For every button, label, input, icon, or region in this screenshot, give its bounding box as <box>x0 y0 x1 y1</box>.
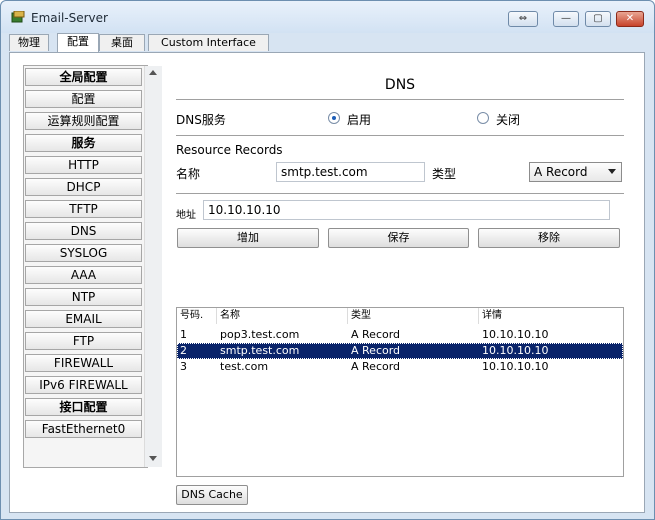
divider <box>176 135 624 137</box>
tab-physical[interactable]: 物理 <box>9 34 49 51</box>
save-button[interactable]: 保存 <box>328 228 469 248</box>
table-row-selected[interactable]: 2 smtp.test.com A Record 10.10.10.10 <box>177 343 623 359</box>
name-input[interactable]: smtp.test.com <box>276 162 425 182</box>
sidebar-item-interface-config[interactable]: 接口配置 <box>25 398 142 416</box>
dns-service-label: DNS服务 <box>176 113 226 127</box>
column-header-number[interactable]: 号码. <box>177 308 217 324</box>
remove-button[interactable]: 移除 <box>478 228 620 248</box>
sidebar-item-dhcp[interactable]: DHCP <box>25 178 142 196</box>
chevron-down-icon <box>608 169 616 174</box>
radio-selected-dot <box>332 116 336 120</box>
sidebar-item-tftp[interactable]: TFTP <box>25 200 142 218</box>
divider <box>176 99 624 101</box>
dns-off-label[interactable]: 关闭 <box>496 111 520 128</box>
sidebar-item-http[interactable]: HTTP <box>25 156 142 174</box>
server-app-icon <box>11 11 25 23</box>
name-label: 名称 <box>176 167 201 181</box>
dns-cache-button[interactable]: DNS Cache <box>176 485 248 505</box>
row-detail-cell: 10.10.10.10 <box>482 328 549 341</box>
title-bar[interactable]: Email-Server ⇔ — ▢ ✕ <box>1 1 654 33</box>
close-button[interactable]: ✕ <box>616 11 644 27</box>
dns-on-radio[interactable] <box>328 112 340 124</box>
page-title: DNS <box>384 77 416 93</box>
row-type-cell: A Record <box>351 344 401 357</box>
dns-off-radio[interactable] <box>477 112 489 124</box>
tab-config[interactable]: 配置 <box>57 33 99 52</box>
sidebar-item-email[interactable]: EMAIL <box>25 310 142 328</box>
sidebar-item-algorithm-settings[interactable]: 运算规则配置 <box>25 112 142 130</box>
dns-on-label[interactable]: 启用 <box>347 111 371 128</box>
dns-records-table: 号码. 名称 类型 详情 1 pop3.test.com A Record 10… <box>176 307 624 477</box>
add-button[interactable]: 增加 <box>177 228 319 248</box>
sidebar-item-aaa[interactable]: AAA <box>25 266 142 284</box>
sidebar-scrollbar[interactable] <box>144 66 162 467</box>
row-number-cell: 2 <box>180 344 187 357</box>
row-name-cell: smtp.test.com <box>220 344 300 357</box>
sidebar-item-dns[interactable]: DNS <box>25 222 142 240</box>
column-header-detail[interactable]: 详情 <box>479 308 623 324</box>
maximize-button[interactable]: ▢ <box>585 11 611 27</box>
sidebar-item-fastethernet0[interactable]: FastEthernet0 <box>25 420 142 438</box>
type-label: 类型 <box>432 167 457 181</box>
row-detail-cell: 10.10.10.10 <box>482 360 549 373</box>
sidebar-item-settings[interactable]: 配置 <box>25 90 142 108</box>
sidebar-item-ipv6-firewall[interactable]: IPv6 FIREWALL <box>25 376 142 394</box>
tab-custom-interface[interactable]: Custom Interface <box>148 34 269 51</box>
divider <box>176 193 624 195</box>
column-header-name[interactable]: 名称 <box>217 308 348 324</box>
scroll-down-icon[interactable] <box>149 456 157 462</box>
window-title: Email-Server <box>31 11 108 25</box>
swap-icon[interactable]: ⇔ <box>508 11 538 27</box>
tab-desktop[interactable]: 桌面 <box>99 34 145 51</box>
table-row[interactable]: 1 pop3.test.com A Record 10.10.10.10 <box>177 327 623 343</box>
sidebar-item-services[interactable]: 服务 <box>25 134 142 152</box>
row-detail-cell: 10.10.10.10 <box>482 344 549 357</box>
sidebar-item-global-config[interactable]: 全局配置 <box>25 68 142 86</box>
sidebar: 全局配置 配置 运算规则配置 服务 HTTP DHCP TFTP DNS SYS… <box>23 65 162 468</box>
sidebar-item-ftp[interactable]: FTP <box>25 332 142 350</box>
dns-panel: DNS DNS服务 启用 关闭 Resource Records 名称 smtp… <box>176 65 624 505</box>
row-type-cell: A Record <box>351 360 401 373</box>
sidebar-item-firewall[interactable]: FIREWALL <box>25 354 142 372</box>
type-select[interactable]: A Record <box>529 162 622 182</box>
minimize-button[interactable]: — <box>553 11 579 27</box>
app-window: Email-Server ⇔ — ▢ ✕ 物理 配置 桌面 Custom Int… <box>0 0 655 520</box>
row-name-cell: pop3.test.com <box>220 328 300 341</box>
row-type-cell: A Record <box>351 328 401 341</box>
row-number-cell: 3 <box>180 360 187 373</box>
config-content: 全局配置 配置 运算规则配置 服务 HTTP DHCP TFTP DNS SYS… <box>9 52 645 513</box>
scroll-up-icon[interactable] <box>149 70 157 76</box>
type-select-value: A Record <box>534 165 588 179</box>
column-header-type[interactable]: 类型 <box>348 308 479 324</box>
table-row[interactable]: 3 test.com A Record 10.10.10.10 <box>177 359 623 375</box>
sidebar-item-syslog[interactable]: SYSLOG <box>25 244 142 262</box>
row-name-cell: test.com <box>220 360 269 373</box>
row-number-cell: 1 <box>180 328 187 341</box>
address-label: 地址 <box>176 210 196 221</box>
address-input[interactable]: 10.10.10.10 <box>203 200 610 220</box>
resource-records-heading: Resource Records <box>176 143 283 157</box>
sidebar-item-ntp[interactable]: NTP <box>25 288 142 306</box>
